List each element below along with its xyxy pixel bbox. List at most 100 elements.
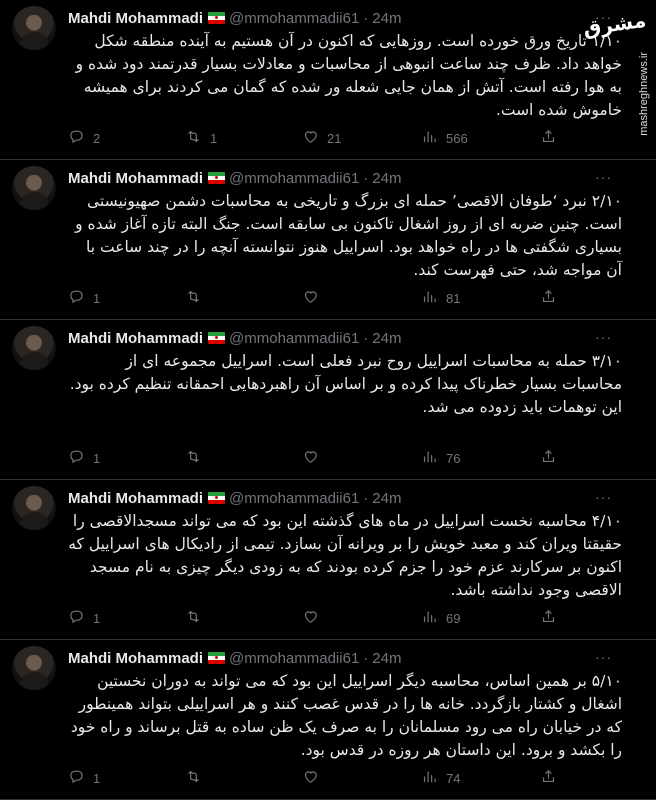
retweet-icon <box>185 768 202 788</box>
more-options-icon[interactable]: ··· <box>595 650 612 664</box>
tweet-text: ۵/۱۰ بر همین اساس، محاسبه دیگر اسراییل ا… <box>70 672 622 759</box>
author-handle[interactable]: @mmohammadii61 <box>229 650 359 667</box>
reply-icon <box>68 608 85 628</box>
share-icon <box>540 128 557 148</box>
tweet-text: ۳/۱۰ حمله به محاسبات اسراییل روح نبرد فع… <box>69 352 622 416</box>
reply-button[interactable]: 1 <box>68 448 100 468</box>
retweet-button[interactable] <box>185 608 210 628</box>
tweet[interactable]: Mahdi Mohammadi @mmohammadii61 · 24m ···… <box>0 0 656 160</box>
timestamp[interactable]: 24m <box>372 170 401 187</box>
tweet[interactable]: Mahdi Mohammadi @mmohammadii61 · 24m ···… <box>0 320 656 480</box>
tweet[interactable]: Mahdi Mohammadi @mmohammadii61 · 24m ···… <box>0 640 656 800</box>
analytics-icon <box>421 608 438 628</box>
tweet-actions: 1 74 <box>68 768 588 788</box>
author-name[interactable]: Mahdi Mohammadi <box>68 330 203 347</box>
author-name[interactable]: Mahdi Mohammadi <box>68 10 203 27</box>
share-button[interactable] <box>540 608 557 628</box>
share-button[interactable] <box>540 768 557 788</box>
retweet-button[interactable] <box>185 768 210 788</box>
share-icon <box>540 768 557 788</box>
retweet-button[interactable]: 1 <box>185 128 217 148</box>
timestamp[interactable]: 24m <box>372 650 401 667</box>
reply-button[interactable]: 1 <box>68 288 100 308</box>
reply-icon <box>68 448 85 468</box>
timestamp[interactable]: 24m <box>372 330 401 347</box>
reply-count: 1 <box>93 610 101 626</box>
iran-flag-icon <box>208 652 226 664</box>
like-button[interactable]: 21 <box>302 128 341 148</box>
separator-dot: · <box>363 489 369 507</box>
retweet-icon <box>185 128 202 148</box>
more-options-icon[interactable]: ··· <box>595 330 612 344</box>
tweet-feed: Mahdi Mohammadi @mmohammadii61 · 24m ···… <box>0 0 656 800</box>
separator-dot: · <box>363 649 369 667</box>
timestamp[interactable]: 24m <box>372 10 401 27</box>
reply-button[interactable]: 1 <box>68 768 100 788</box>
tweet-actions: 1 76 <box>68 448 588 468</box>
author-handle[interactable]: @mmohammadii61 <box>229 170 359 187</box>
author-name[interactable]: Mahdi Mohammadi <box>68 490 203 507</box>
retweet-button[interactable] <box>185 448 210 468</box>
tweet[interactable]: Mahdi Mohammadi @mmohammadii61 · 24m ···… <box>0 480 656 640</box>
tweet-text: ۲/۱۰ نبرد ‘طوفان الاقصی’ حمله ای بزرگ و … <box>75 192 622 279</box>
avatar[interactable] <box>12 326 56 370</box>
separator-dot: · <box>363 329 369 347</box>
views-count: 69 <box>446 610 461 626</box>
share-button[interactable] <box>540 128 557 148</box>
reply-button[interactable]: 1 <box>68 608 100 628</box>
avatar[interactable] <box>12 6 56 50</box>
views-button[interactable]: 69 <box>421 608 460 628</box>
author-name[interactable]: Mahdi Mohammadi <box>68 650 203 667</box>
author-handle[interactable]: @mmohammadii61 <box>229 10 359 27</box>
heart-icon <box>302 128 319 148</box>
reply-icon <box>68 128 85 148</box>
like-button[interactable] <box>302 288 327 308</box>
author-handle[interactable]: @mmohammadii61 <box>229 330 359 347</box>
analytics-icon <box>421 768 438 788</box>
author-handle[interactable]: @mmohammadii61 <box>229 490 359 507</box>
views-button[interactable]: 76 <box>421 448 460 468</box>
views-count: 76 <box>446 450 461 466</box>
share-button[interactable] <box>540 288 557 308</box>
reply-button[interactable]: 2 <box>68 128 100 148</box>
author-name[interactable]: Mahdi Mohammadi <box>68 170 203 187</box>
tweet-actions: 2 1 21 566 <box>68 128 588 148</box>
views-button[interactable]: 81 <box>421 288 460 308</box>
avatar[interactable] <box>12 166 56 210</box>
tweet-text: ۴/۱۰ محاسبه نخست اسراییل در ماه های گذشت… <box>68 512 622 599</box>
watermark: مشرق mashreghnews.ir <box>582 4 652 136</box>
iran-flag-icon <box>208 492 226 504</box>
avatar[interactable] <box>12 646 56 690</box>
analytics-icon <box>421 448 438 468</box>
avatar[interactable] <box>12 486 56 530</box>
views-button[interactable]: 74 <box>421 768 460 788</box>
retweet-button[interactable] <box>185 288 210 308</box>
like-button[interactable] <box>302 768 327 788</box>
share-icon <box>540 448 557 468</box>
timestamp[interactable]: 24m <box>372 490 401 507</box>
heart-icon <box>302 288 319 308</box>
tweet-header: Mahdi Mohammadi @mmohammadii61 · 24m <box>68 328 636 348</box>
retweet-icon <box>185 448 202 468</box>
tweet-header: Mahdi Mohammadi @mmohammadii61 · 24m <box>68 648 636 668</box>
tweet-header: Mahdi Mohammadi @mmohammadii61 · 24m <box>68 488 636 508</box>
views-button[interactable]: 566 <box>421 128 468 148</box>
like-count: 21 <box>327 130 342 146</box>
tweet-actions: 1 81 <box>68 288 588 308</box>
reply-count: 1 <box>93 290 101 306</box>
share-button[interactable] <box>540 448 557 468</box>
reply-count: 2 <box>93 130 101 146</box>
heart-icon <box>302 448 319 468</box>
retweet-icon <box>185 608 202 628</box>
tweet-header: Mahdi Mohammadi @mmohammadii61 · 24m <box>68 8 636 28</box>
reply-count: 1 <box>93 450 101 466</box>
iran-flag-icon <box>208 12 226 24</box>
share-icon <box>540 608 557 628</box>
more-options-icon[interactable]: ··· <box>595 490 612 504</box>
like-button[interactable] <box>302 608 327 628</box>
tweet[interactable]: Mahdi Mohammadi @mmohammadii61 · 24m ···… <box>0 160 656 320</box>
like-button[interactable] <box>302 448 327 468</box>
more-options-icon[interactable]: ··· <box>595 170 612 184</box>
reply-icon <box>68 288 85 308</box>
separator-dot: · <box>363 9 369 27</box>
